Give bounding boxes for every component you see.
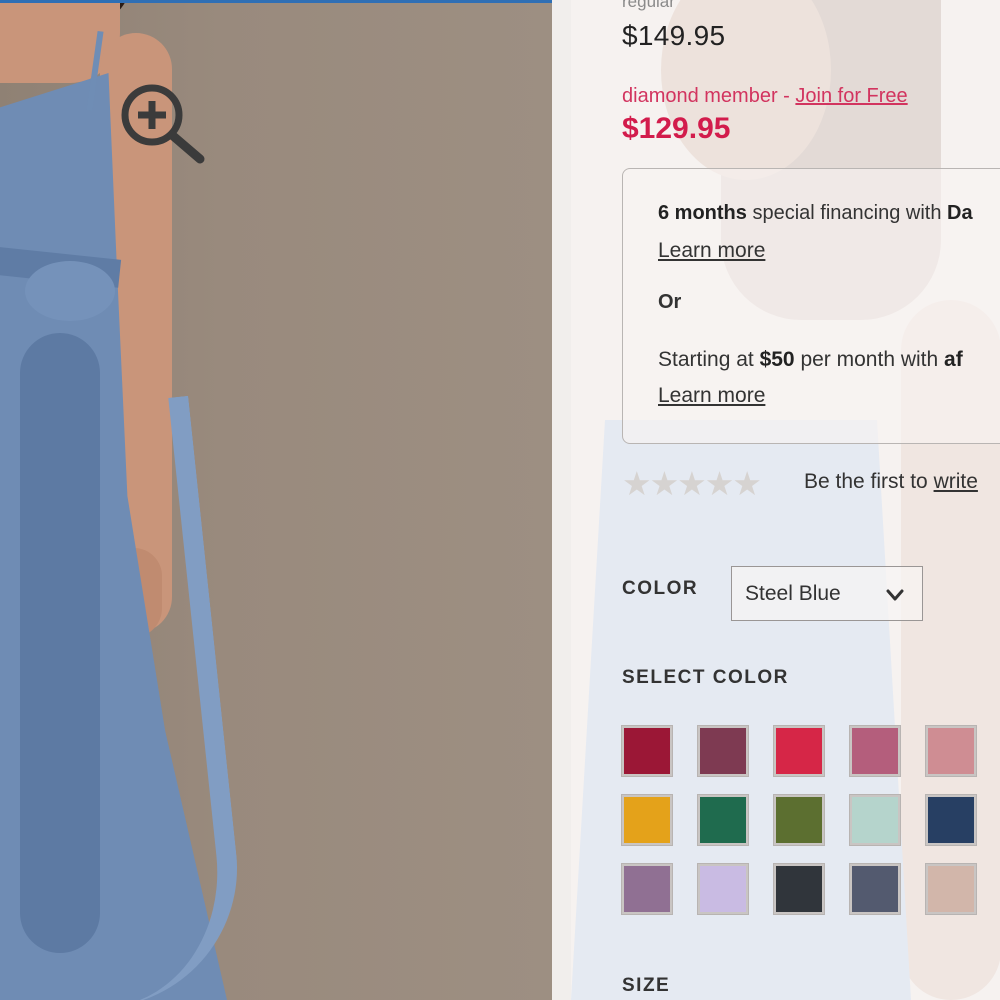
color-swatch[interactable] <box>697 863 749 915</box>
product-details: regular $149.95 diamond member - Join fo… <box>571 0 1000 1000</box>
color-swatch[interactable] <box>925 794 977 846</box>
color-swatch[interactable] <box>773 794 825 846</box>
color-swatch[interactable] <box>925 863 977 915</box>
write-review-link[interactable]: write <box>934 470 978 493</box>
financing-months: 6 months <box>658 202 747 224</box>
learn-more-link-2[interactable]: Learn more <box>658 384 765 408</box>
chevron-down-icon <box>886 589 904 601</box>
color-dropdown[interactable]: Steel Blue <box>731 566 923 621</box>
financing-text: special financing with <box>746 202 948 224</box>
size-label: SIZE <box>622 975 671 996</box>
color-swatch[interactable] <box>621 863 673 915</box>
pane-divider <box>552 0 571 1000</box>
or-separator: Or <box>658 291 682 313</box>
color-swatch[interactable] <box>773 725 825 777</box>
dress-bow <box>25 261 115 321</box>
zoom-in-icon[interactable] <box>118 83 208 173</box>
member-price: $129.95 <box>622 112 731 145</box>
product-image[interactable] <box>0 3 552 1000</box>
color-swatch[interactable] <box>849 725 901 777</box>
color-label: COLOR <box>622 578 699 599</box>
color-swatch[interactable] <box>849 794 901 846</box>
review-prompt-text: Be the first to <box>804 470 934 493</box>
financing-prefix: Starting at <box>658 348 760 371</box>
color-swatch[interactable] <box>621 725 673 777</box>
join-for-free-link[interactable]: Join for Free <box>795 85 907 107</box>
select-color-label: SELECT COLOR <box>622 667 789 688</box>
financing-line-2: Starting at $50 per month with af <box>658 348 963 372</box>
color-dropdown-value: Steel Blue <box>745 582 841 605</box>
financing-box: 6 months special financing with Da Learn… <box>622 168 1000 444</box>
financing-text-2: per month with <box>794 348 945 371</box>
member-label-text: diamond member - <box>622 85 796 107</box>
color-swatch[interactable] <box>849 863 901 915</box>
regular-price: $149.95 <box>622 20 726 51</box>
color-swatch[interactable] <box>773 863 825 915</box>
color-swatch[interactable] <box>621 794 673 846</box>
color-swatch[interactable] <box>697 794 749 846</box>
review-prompt: Be the first to write <box>804 470 978 494</box>
color-swatch[interactable] <box>925 725 977 777</box>
financing-brand-2: af <box>944 348 963 371</box>
color-swatch[interactable] <box>697 725 749 777</box>
financing-brand: Da <box>947 202 973 224</box>
regular-price-label: regular <box>622 0 675 11</box>
learn-more-link-1[interactable]: Learn more <box>658 239 765 263</box>
rating-stars: ★★★★★ <box>622 465 762 502</box>
financing-amount: $50 <box>759 348 795 371</box>
financing-line-1: 6 months special financing with Da <box>658 202 973 225</box>
member-price-label: diamond member - Join for Free <box>622 85 908 108</box>
